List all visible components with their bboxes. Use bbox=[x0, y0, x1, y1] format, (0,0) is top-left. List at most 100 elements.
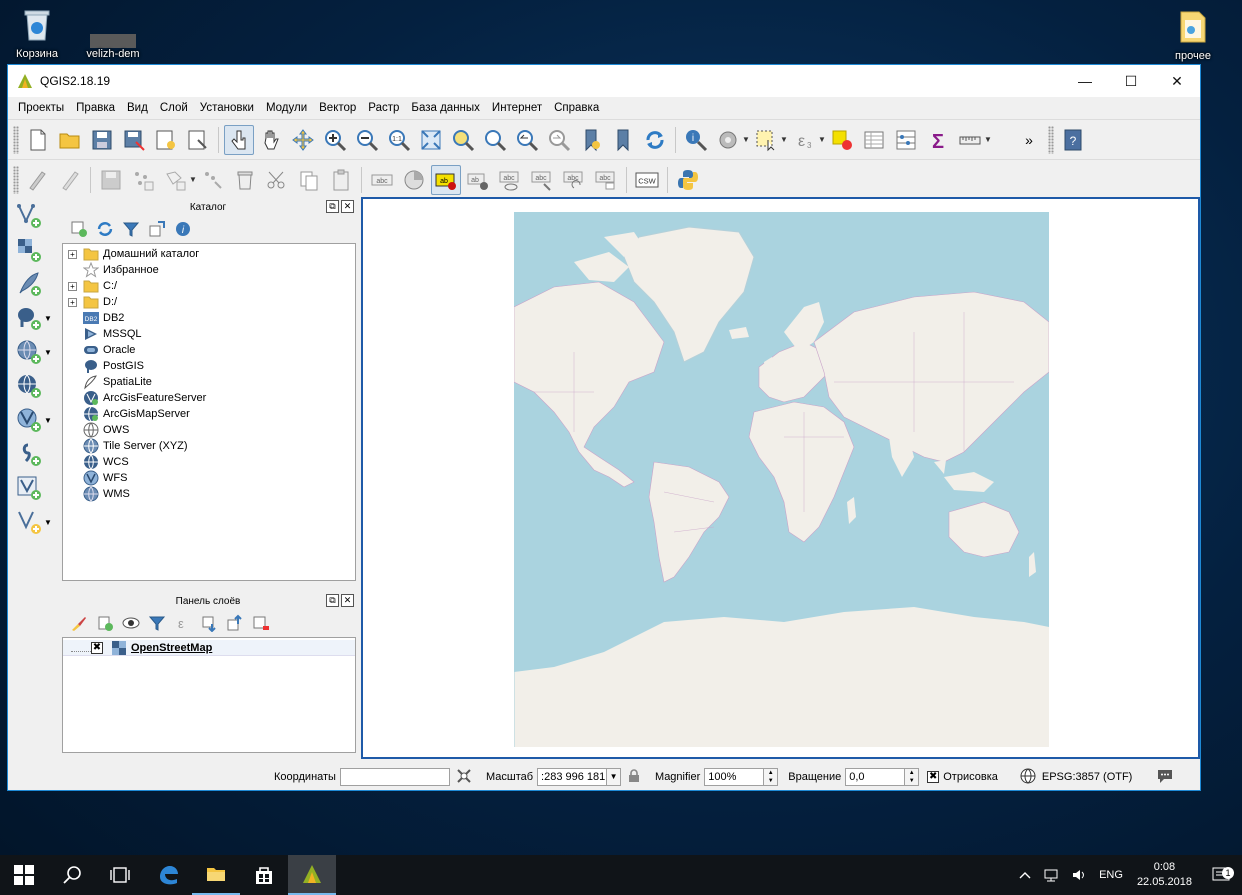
desktop-icon-velizh-dem[interactable]: velizh-dem bbox=[78, 34, 148, 60]
menu-plugins[interactable]: Модули bbox=[260, 102, 313, 114]
desktop-icon-folder[interactable]: прочее bbox=[1158, 6, 1228, 62]
filter-icon[interactable] bbox=[122, 220, 140, 238]
zoom-full-button[interactable] bbox=[416, 125, 446, 155]
expression-filter-icon[interactable]: ε bbox=[174, 614, 192, 632]
magnifier-spinner[interactable]: ▲ ▼ bbox=[764, 768, 779, 786]
layer-labeling-button[interactable]: abc bbox=[367, 165, 397, 195]
catalog-item[interactable]: PostGIS bbox=[63, 358, 355, 374]
label-highlight-pinned-button[interactable]: ab bbox=[431, 164, 461, 195]
menu-database[interactable]: База данных bbox=[405, 102, 486, 114]
add-selected-layers-icon[interactable] bbox=[70, 220, 88, 238]
copy-features-button[interactable] bbox=[294, 165, 324, 195]
menu-raster[interactable]: Растр bbox=[362, 102, 405, 114]
catalog-item[interactable]: OWS bbox=[63, 422, 355, 438]
zoom-native-button[interactable]: 1:1 bbox=[384, 125, 414, 155]
chevron-down-icon[interactable]: ▼ bbox=[742, 135, 750, 144]
chevron-down-icon[interactable]: ▼ bbox=[44, 348, 52, 357]
pin-labels-button[interactable]: ab bbox=[463, 165, 493, 195]
identify-button[interactable]: i bbox=[681, 125, 711, 155]
catalog-item[interactable]: ArcGisFeatureServer bbox=[63, 390, 355, 406]
zoom-to-selection-button[interactable] bbox=[448, 125, 478, 155]
catalog-item[interactable]: ArcGisMapServer bbox=[63, 406, 355, 422]
catalog-item[interactable]: DB2 DB2 bbox=[63, 310, 355, 326]
toggle-editing-button[interactable] bbox=[55, 165, 85, 195]
minimize-button[interactable]: — bbox=[1062, 65, 1108, 97]
crs-status-label[interactable]: EPSG:3857 (OTF) bbox=[1042, 771, 1132, 783]
map-canvas[interactable] bbox=[361, 197, 1200, 759]
pan-to-selection-button[interactable] bbox=[288, 125, 318, 155]
close-button[interactable]: ✕ bbox=[1154, 65, 1200, 97]
float-panel-button[interactable]: ⧉ bbox=[326, 200, 339, 213]
catalog-item[interactable]: WMS bbox=[63, 486, 355, 502]
menu-edit[interactable]: Правка bbox=[70, 102, 121, 114]
paste-features-button[interactable] bbox=[326, 165, 356, 195]
action-center-button[interactable]: 1 bbox=[1200, 867, 1242, 883]
start-button[interactable] bbox=[0, 855, 48, 895]
run-action-button[interactable] bbox=[713, 125, 743, 155]
edge-taskbar-button[interactable] bbox=[144, 855, 192, 895]
zoom-last-button[interactable] bbox=[512, 125, 542, 155]
catalog-item[interactable]: + Домашний каталог bbox=[63, 246, 355, 262]
composer-manager-button[interactable] bbox=[183, 125, 213, 155]
toolbar-grip[interactable] bbox=[13, 165, 19, 194]
zoom-in-button[interactable] bbox=[320, 125, 350, 155]
toolbar-grip[interactable] bbox=[1048, 125, 1054, 154]
node-tool-button[interactable] bbox=[198, 165, 228, 195]
remove-layer-icon[interactable] bbox=[252, 614, 270, 632]
refresh-button[interactable] bbox=[640, 125, 670, 155]
layer-diagram-button[interactable] bbox=[399, 165, 429, 195]
rotate-label-button[interactable]: abc bbox=[559, 165, 589, 195]
catalog-item[interactable]: WFS bbox=[63, 470, 355, 486]
attribute-table-button[interactable] bbox=[859, 125, 889, 155]
measure-line-button[interactable] bbox=[955, 125, 985, 155]
new-bookmark-button[interactable] bbox=[576, 125, 606, 155]
clock[interactable]: 0:08 22.05.2018 bbox=[1129, 860, 1200, 890]
volume-button[interactable] bbox=[1065, 868, 1093, 882]
expand-icon[interactable]: + bbox=[68, 281, 77, 291]
catalog-item[interactable]: + C:/ bbox=[63, 278, 355, 294]
add-raster-layer-button[interactable] bbox=[10, 233, 60, 267]
expand-all-icon[interactable] bbox=[200, 614, 218, 632]
chevron-down-icon[interactable]: ▼ bbox=[44, 416, 52, 425]
show-bookmarks-button[interactable] bbox=[608, 125, 638, 155]
menu-project[interactable]: Проекты bbox=[12, 102, 70, 114]
input-language-button[interactable]: ENG bbox=[1093, 869, 1129, 881]
scale-combobox[interactable]: :283 996 181 bbox=[537, 768, 608, 786]
add-group-icon[interactable] bbox=[96, 614, 114, 632]
style-brush-icon[interactable] bbox=[70, 614, 88, 632]
toggle-extents-icon[interactable] bbox=[456, 768, 472, 787]
new-layer-button[interactable]: ▼ bbox=[10, 505, 60, 539]
zoom-next-button[interactable] bbox=[544, 125, 574, 155]
layer-visibility-checkbox[interactable]: ✖ bbox=[91, 641, 103, 654]
add-delimited-text-button[interactable] bbox=[10, 267, 60, 301]
catalog-item[interactable]: Избранное bbox=[63, 262, 355, 278]
eye-icon[interactable] bbox=[122, 614, 140, 632]
save-project-button[interactable] bbox=[87, 125, 117, 155]
add-feature-button[interactable] bbox=[128, 165, 158, 195]
change-label-button[interactable]: abc bbox=[591, 165, 621, 195]
field-calculator-button[interactable] bbox=[891, 125, 921, 155]
file-explorer-button[interactable] bbox=[192, 855, 240, 895]
catalog-item[interactable]: SpatiaLite bbox=[63, 374, 355, 390]
show-hidden-icons-button[interactable] bbox=[1013, 871, 1037, 879]
network-button[interactable] bbox=[1037, 868, 1065, 882]
lock-scale-icon[interactable] bbox=[627, 768, 641, 786]
catalog-panel-header[interactable]: Каталог ⧉ ✕ bbox=[60, 199, 356, 215]
expand-icon[interactable]: + bbox=[68, 297, 77, 307]
crs-globe-icon[interactable] bbox=[1020, 768, 1036, 787]
current-edits-button[interactable] bbox=[23, 165, 53, 195]
add-vector-layer-button[interactable] bbox=[10, 199, 60, 233]
magnifier-field[interactable]: 100% bbox=[704, 768, 765, 786]
menu-settings[interactable]: Установки bbox=[194, 102, 260, 114]
add-wms-layer-button[interactable]: ▼ bbox=[10, 335, 60, 369]
chevron-down-icon[interactable]: ▼ bbox=[818, 135, 826, 144]
scale-dropdown-button[interactable]: ▼ bbox=[607, 768, 622, 786]
chevron-down-icon[interactable]: ▼ bbox=[984, 135, 992, 144]
move-label-button[interactable]: abc bbox=[527, 165, 557, 195]
rotation-field[interactable]: 0,0 bbox=[845, 768, 906, 786]
messages-icon[interactable] bbox=[1156, 768, 1174, 787]
select-features-button[interactable] bbox=[751, 125, 781, 155]
menu-vector[interactable]: Вектор bbox=[313, 102, 362, 114]
search-button[interactable] bbox=[48, 855, 96, 895]
metasearch-csw-button[interactable]: CSW bbox=[632, 165, 662, 195]
